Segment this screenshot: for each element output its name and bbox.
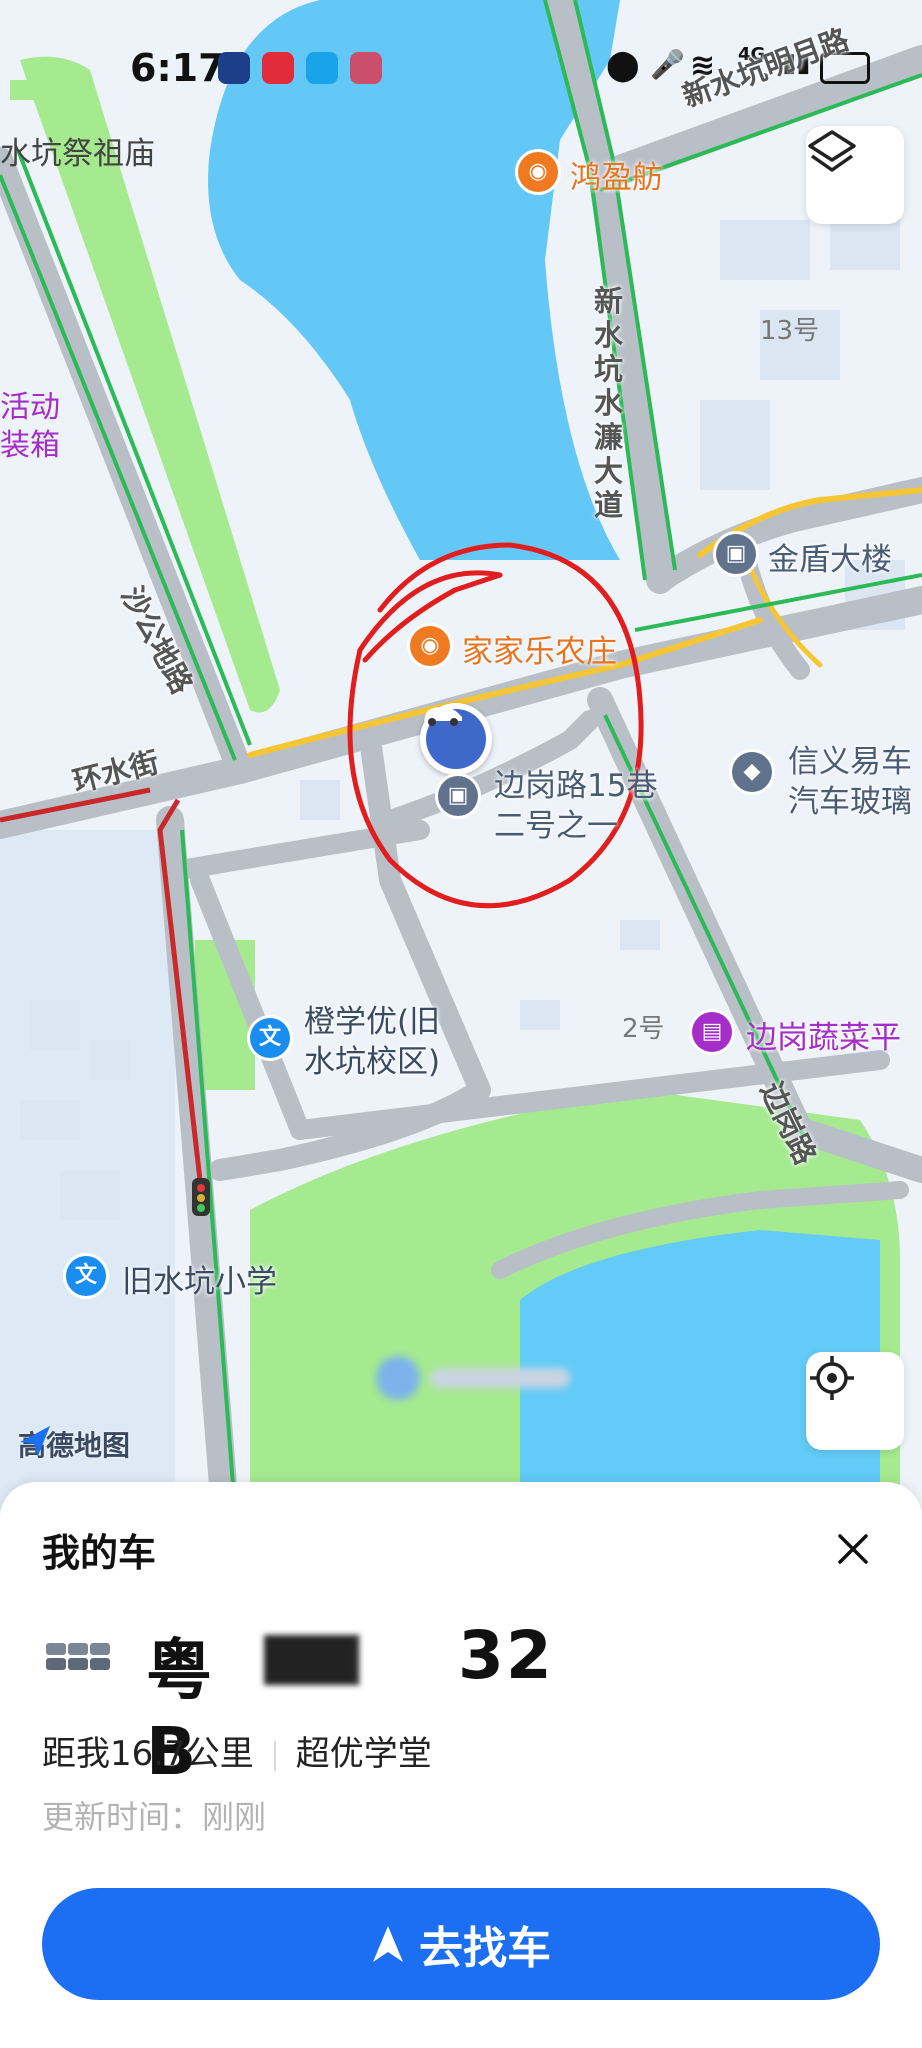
car-icon — [424, 707, 486, 769]
car-location-marker[interactable] — [420, 703, 492, 775]
poi-label[interactable]: 旧水坑小学 — [122, 1256, 277, 1301]
find-car-button[interactable]: 去找车 — [42, 1888, 880, 2000]
status-time: 6:17 — [130, 46, 225, 90]
poi-label[interactable]: 边岗路15巷 — [494, 760, 657, 805]
find-car-label: 去找车 — [419, 1923, 551, 1974]
building-pin-icon[interactable]: ▣ — [716, 534, 756, 574]
poi-label[interactable]: 装箱 — [0, 420, 60, 464]
amap-logo-icon — [20, 1426, 50, 1456]
house-number: 2号 — [622, 1014, 665, 1044]
blurred-marker — [376, 1356, 576, 1402]
sheet-title: 我的车 — [42, 1531, 157, 1575]
target-icon — [810, 1356, 854, 1400]
locate-me-button[interactable] — [806, 1352, 904, 1450]
poi-label[interactable]: 水坑校区) — [304, 1036, 440, 1081]
location-icon: ⬤ — [606, 48, 640, 83]
search-app-icon — [306, 52, 338, 84]
road-label: 新水坑水濂大道 — [594, 284, 624, 522]
education-pin-icon[interactable]: 文 — [250, 1018, 290, 1058]
house-number: 13号 — [760, 316, 820, 346]
navigation-arrow-icon — [373, 1926, 403, 1962]
poi-label[interactable]: 二号之一 — [494, 800, 618, 845]
poi-label[interactable]: 水坑祭祖庙 — [0, 128, 155, 173]
map-view[interactable]: 6:17 ⬤ 🎤 ≋ 4G ▮▮ 新水坑明月路 新水坑水濂大道 沙公地路 环水街… — [0, 0, 922, 1510]
restaurant-pin-icon[interactable]: ◉ — [518, 152, 558, 192]
education-pin-icon[interactable]: 文 — [66, 1256, 106, 1296]
divider — [273, 1740, 276, 1771]
poi-label[interactable]: 汽车玻璃 — [788, 776, 912, 821]
close-button[interactable] — [830, 1526, 876, 1572]
car-service-pin-icon[interactable]: ◆ — [732, 752, 772, 792]
amap-watermark: 高德地图 — [18, 1424, 130, 1464]
plate-icon — [46, 1643, 110, 1670]
layers-button[interactable] — [806, 126, 904, 224]
poi-label[interactable]: 橙学优(旧 — [304, 996, 440, 1041]
updated-time: 更新时间：刚刚 — [42, 1798, 267, 1836]
game-app-icon — [350, 52, 382, 84]
poi-label[interactable]: 金盾大楼 — [768, 534, 892, 579]
plate-number-tail: 32 — [458, 1617, 554, 1694]
car-info: 距我16.7公里 超优学堂 — [42, 1726, 432, 1775]
place-text: 超优学堂 — [295, 1734, 432, 1774]
poi-label[interactable]: 鸿盈舫 — [570, 152, 663, 197]
app-notification-icon — [262, 52, 294, 84]
restaurant-pin-icon[interactable]: ◉ — [410, 626, 450, 666]
building-pin-icon[interactable]: ▣ — [438, 776, 478, 816]
market-pin-icon[interactable]: ▤ — [692, 1012, 732, 1052]
close-icon — [838, 1534, 868, 1564]
plate-mask — [264, 1635, 360, 1685]
app-notification-icon — [218, 52, 250, 84]
distance-text: 距我16.7公里 — [42, 1734, 254, 1774]
poi-label[interactable]: 边岗蔬菜平 — [746, 1012, 901, 1057]
layers-icon — [808, 130, 856, 172]
poi-label[interactable]: 家家乐农庄 — [462, 626, 617, 671]
poi-label[interactable]: 信义易车 — [788, 736, 912, 781]
my-car-sheet: 我的车 粤B 32 距我16.7公里 超优学堂 更新时间：刚刚 去找车 — [0, 1482, 922, 2048]
